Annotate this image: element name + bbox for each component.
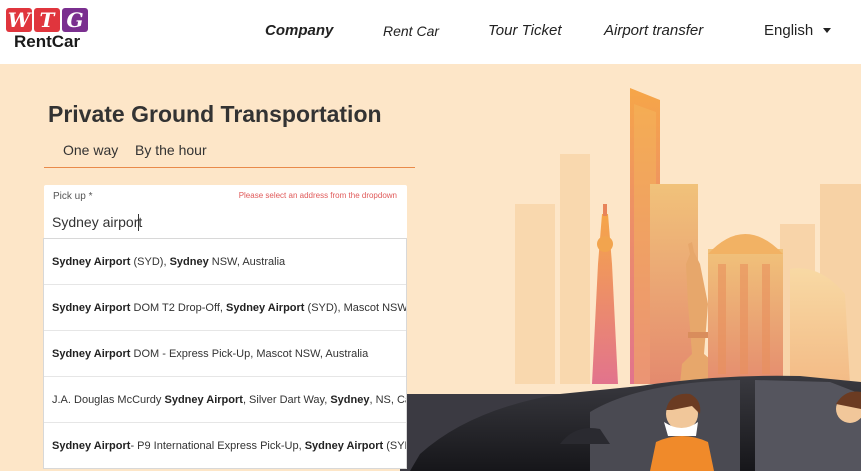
suggestion-match-text: Sydney	[330, 394, 370, 406]
pickup-error-message: Please select an address from the dropdo…	[238, 191, 397, 200]
nav-tour-ticket-link[interactable]: Tour Ticket	[488, 0, 562, 64]
chevron-down-icon[interactable]	[823, 28, 831, 33]
address-suggestions-dropdown: Sydney Airport (SYD), Sydney NSW, Austra…	[43, 238, 407, 469]
suggestion-text: J.A. Douglas McCurdy	[52, 394, 165, 406]
text-cursor	[138, 214, 139, 231]
suggestion-text: DOM T2 Drop-Off,	[130, 302, 227, 314]
logo-letter: T	[34, 8, 60, 32]
suggestion-text: , Silver Dart Way,	[242, 394, 331, 406]
suggestion-item[interactable]: J.A. Douglas McCurdy Sydney Airport, Sil…	[44, 377, 406, 423]
suggestion-match-text: Sydney Airport	[226, 302, 305, 314]
logo-letter: G	[62, 8, 88, 32]
suggestion-item[interactable]: Sydney Airport DOM T2 Drop-Off, Sydney A…	[44, 285, 406, 331]
suggestion-text: (SYD),	[130, 256, 170, 268]
pickup-field[interactable]: Pick up * Please select an address from …	[44, 185, 407, 239]
logo-brand-name: RentCar	[14, 32, 81, 51]
suggestion-text: , NS, Canada	[369, 394, 406, 406]
suggestion-match-text: Sydney Airport	[52, 302, 131, 314]
suggestion-match-text: Sydney	[169, 256, 209, 268]
pickup-label: Pick up *	[53, 191, 93, 202]
suggestion-text: DOM - Express Pick-Up, Mascot NSW, Austr…	[130, 348, 369, 360]
wtg-rentcar-logo[interactable]: W T G RentCar	[6, 8, 102, 56]
tab-one-way[interactable]: One way	[63, 142, 118, 158]
logo-letters: W T G	[6, 8, 88, 34]
suggestion-match-text: Sydney Airport	[52, 440, 131, 452]
suggestion-item[interactable]: Sydney Airport- P9 International Express…	[44, 423, 406, 468]
tabs-underline	[44, 167, 415, 168]
tab-by-the-hour[interactable]: By the hour	[135, 142, 207, 158]
suggestion-match-text: Sydney Airport	[164, 394, 243, 406]
nav-company-link[interactable]: Company	[265, 0, 333, 64]
top-navigation-bar: W T G RentCar Company Rent Car Tour Tick…	[0, 0, 861, 64]
suggestion-match-text: Sydney Airport	[304, 440, 384, 452]
logo-letter: W	[6, 8, 32, 32]
suggestion-item[interactable]: Sydney Airport (SYD), Sydney NSW, Austra…	[44, 239, 406, 285]
suggestion-text: NSW, Australia	[208, 256, 286, 268]
page-title: Private Ground Transportation	[48, 101, 382, 127]
language-selector[interactable]: English	[764, 0, 813, 64]
suggestion-text: - P9 International Express Pick-Up,	[130, 440, 305, 452]
suggestion-text: (SYD), Mascot NSW, Australia	[386, 440, 406, 452]
suggestion-match-text: Sydney Airport	[52, 348, 131, 360]
suggestion-text: (SYD), Mascot NSW, Australia	[307, 302, 406, 314]
pickup-input[interactable]	[52, 212, 392, 232]
nav-airport-transfer-link[interactable]: Airport transfer	[604, 0, 703, 64]
suggestion-item[interactable]: Sydney Airport DOM - Express Pick-Up, Ma…	[44, 331, 406, 377]
nav-rent-car-link[interactable]: Rent Car	[383, 0, 439, 64]
suggestion-match-text: Sydney Airport	[52, 256, 131, 268]
